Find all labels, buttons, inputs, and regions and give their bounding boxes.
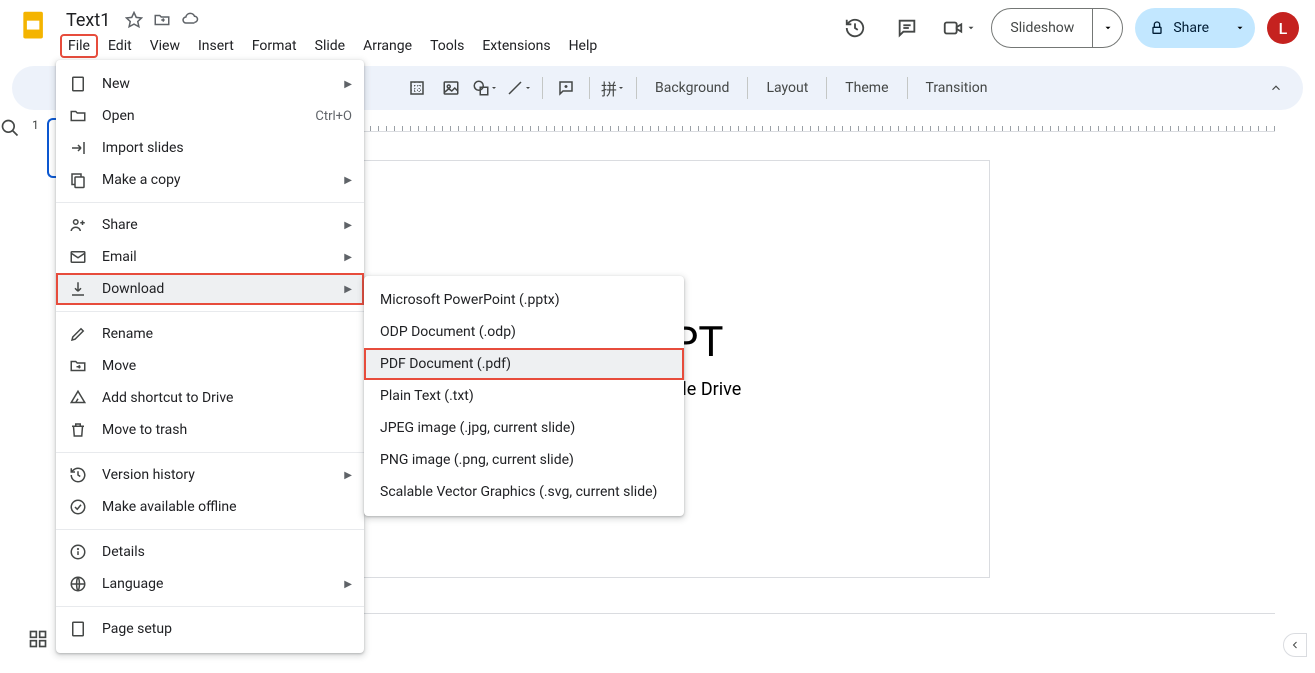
chevron-right-icon: ▶ <box>344 79 352 90</box>
slideshow-dropdown[interactable] <box>1092 9 1122 47</box>
email-icon <box>68 247 88 267</box>
file-move[interactable]: Move <box>56 350 364 382</box>
chevron-right-icon: ▶ <box>344 579 352 590</box>
slides-logo[interactable] <box>16 8 52 44</box>
menu-file[interactable]: File <box>60 34 98 58</box>
document-title[interactable]: Text1 <box>60 8 116 33</box>
trash-icon <box>68 420 88 440</box>
file-import-slides[interactable]: Import slides <box>56 132 364 164</box>
download-pptx[interactable]: Microsoft PowerPoint (.pptx) <box>364 284 684 316</box>
select-tool-icon[interactable] <box>402 73 432 103</box>
show-side-panel-icon[interactable] <box>1283 633 1307 657</box>
file-make-copy[interactable]: Make a copy ▶ <box>56 164 364 196</box>
slideshow-button: Slideshow <box>991 8 1123 48</box>
file-page-setup[interactable]: Page setup <box>56 613 364 645</box>
chevron-right-icon: ▶ <box>344 252 352 263</box>
move-folder-icon[interactable] <box>152 10 172 30</box>
menu-extensions[interactable]: Extensions <box>474 34 558 58</box>
header-right: Slideshow Share L <box>835 8 1299 48</box>
menu-insert[interactable]: Insert <box>190 34 242 58</box>
download-jpeg[interactable]: JPEG image (.jpg, current slide) <box>364 412 684 444</box>
rename-icon <box>68 324 88 344</box>
meet-icon[interactable] <box>939 8 979 48</box>
horizontal-ruler <box>250 116 1275 132</box>
file-version-history[interactable]: Version history ▶ <box>56 459 364 491</box>
download-odp[interactable]: ODP Document (.odp) <box>364 316 684 348</box>
transition-button[interactable]: Transition <box>916 76 998 100</box>
file-rename[interactable]: Rename <box>56 318 364 350</box>
file-move-trash[interactable]: Move to trash <box>56 414 364 446</box>
menu-help[interactable]: Help <box>561 34 606 58</box>
drive-shortcut-icon <box>68 388 88 408</box>
menu-slide[interactable]: Slide <box>307 34 353 58</box>
history-icon <box>68 465 88 485</box>
collapse-toolbar-icon[interactable] <box>1261 73 1291 103</box>
file-add-shortcut[interactable]: Add shortcut to Drive <box>56 382 364 414</box>
download-submenu: Microsoft PowerPoint (.pptx) ODP Documen… <box>364 276 684 516</box>
background-button[interactable]: Background <box>645 76 739 100</box>
cloud-status-icon[interactable] <box>180 10 200 30</box>
file-new[interactable]: New ▶ <box>56 68 364 100</box>
file-language[interactable]: Language ▶ <box>56 568 364 600</box>
comment-add-icon[interactable] <box>551 73 581 103</box>
image-icon[interactable] <box>436 73 466 103</box>
menu-edit[interactable]: Edit <box>100 34 140 58</box>
history-icon[interactable] <box>835 8 875 48</box>
comments-icon[interactable] <box>887 8 927 48</box>
layout-button[interactable]: Layout <box>756 76 818 100</box>
menu-view[interactable]: View <box>142 34 188 58</box>
folder-icon <box>68 106 88 126</box>
grid-view-icon[interactable] <box>28 629 48 653</box>
file-download[interactable]: Download ▶ <box>56 273 364 305</box>
file-menu-dropdown: New ▶ Open Ctrl+O Import slides Make a c… <box>56 60 364 653</box>
download-txt[interactable]: Plain Text (.txt) <box>364 380 684 412</box>
download-png[interactable]: PNG image (.png, current slide) <box>364 444 684 476</box>
star-icon[interactable] <box>124 10 144 30</box>
app-header: Text1 File Edit View Insert Format Slide… <box>0 0 1315 60</box>
title-area: Text1 File Edit View Insert Format Slide… <box>60 8 605 58</box>
new-icon <box>68 74 88 94</box>
chevron-right-icon: ▶ <box>344 284 352 295</box>
menu-format[interactable]: Format <box>244 34 305 58</box>
line-icon[interactable] <box>504 73 534 103</box>
info-icon <box>68 542 88 562</box>
left-gutter <box>0 110 20 673</box>
page-setup-icon <box>68 619 88 639</box>
share-main[interactable]: Share <box>1135 8 1225 48</box>
share-person-icon <box>68 215 88 235</box>
chevron-right-icon: ▶ <box>344 220 352 231</box>
share-label: Share <box>1173 20 1209 36</box>
download-svg[interactable]: Scalable Vector Graphics (.svg, current … <box>364 476 684 508</box>
speaker-notes[interactable]: er notes <box>244 613 1275 661</box>
offline-icon <box>68 497 88 517</box>
file-available-offline[interactable]: Make available offline <box>56 491 364 523</box>
menu-tools[interactable]: Tools <box>422 34 472 58</box>
file-share[interactable]: Share ▶ <box>56 209 364 241</box>
lock-icon <box>1149 20 1165 36</box>
file-email[interactable]: Email ▶ <box>56 241 364 273</box>
download-icon <box>68 279 88 299</box>
download-pdf[interactable]: PDF Document (.pdf) <box>364 348 684 380</box>
shape-icon[interactable] <box>470 73 500 103</box>
move-icon <box>68 356 88 376</box>
account-avatar[interactable]: L <box>1267 12 1299 44</box>
menu-arrange[interactable]: Arrange <box>355 34 420 58</box>
search-menus-icon[interactable] <box>0 118 20 142</box>
file-details[interactable]: Details <box>56 536 364 568</box>
share-dropdown[interactable] <box>1225 8 1255 48</box>
chevron-right-icon: ▶ <box>344 470 352 481</box>
input-tool-icon[interactable]: 拼 <box>598 73 628 103</box>
menu-bar: File Edit View Insert Format Slide Arran… <box>60 34 605 58</box>
globe-icon <box>68 574 88 594</box>
share-button: Share <box>1135 8 1255 48</box>
copy-icon <box>68 170 88 190</box>
import-icon <box>68 138 88 158</box>
file-open[interactable]: Open Ctrl+O <box>56 100 364 132</box>
theme-button[interactable]: Theme <box>835 76 898 100</box>
slideshow-main[interactable]: Slideshow <box>992 9 1092 47</box>
slide-number: 1 <box>32 118 39 178</box>
chevron-right-icon: ▶ <box>344 175 352 186</box>
